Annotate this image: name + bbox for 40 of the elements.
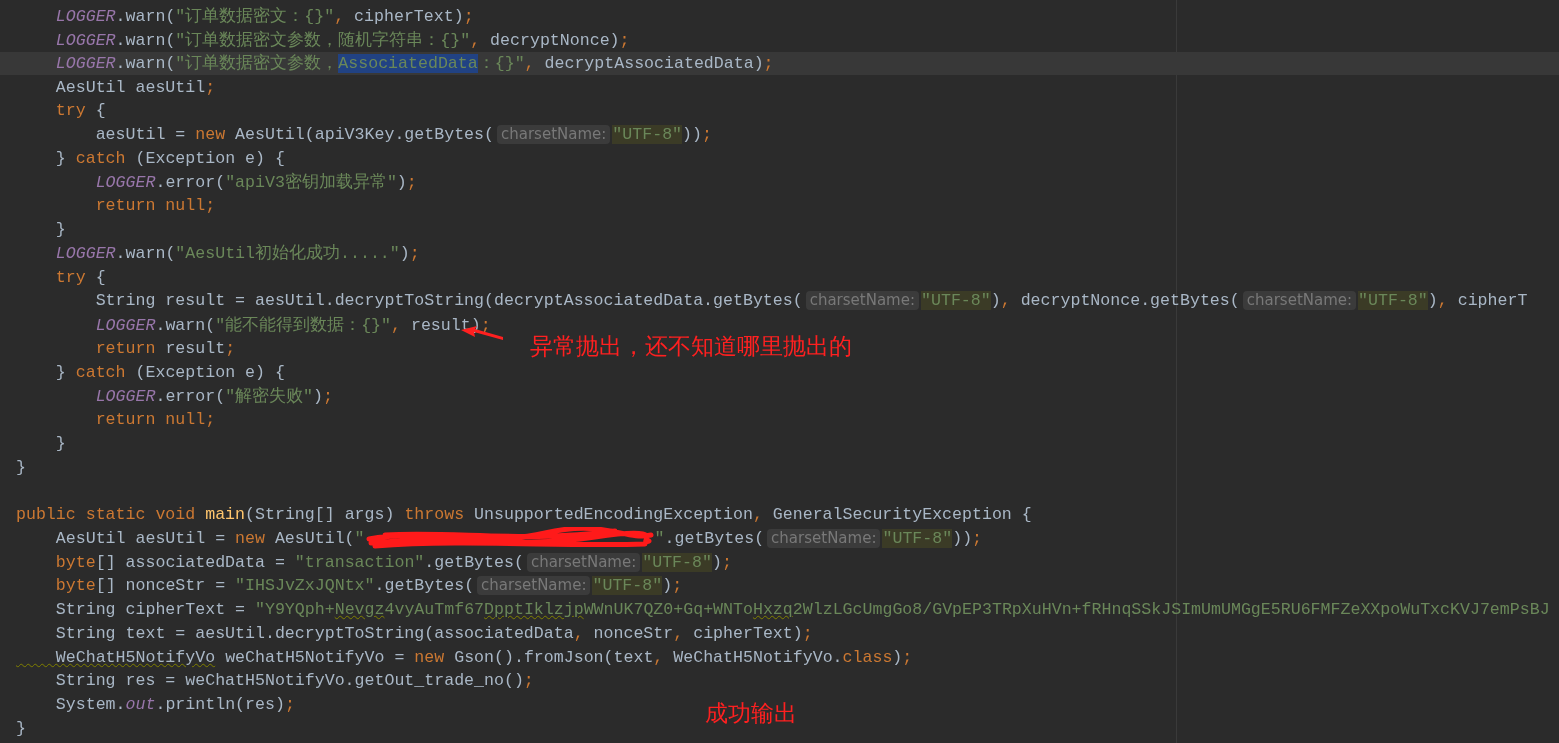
code-text: WeChatH5NotifyVo weChatH5NotifyVo = new Gson().fromJson(text, WeChatH5NotifyVo.class); xyxy=(54,647,913,667)
code-text: } catch (Exception e) { xyxy=(54,148,285,168)
code-text: LOGGER.warn("AesUtil初始化成功....."); xyxy=(54,243,420,265)
code-text: LOGGER.warn("订单数据密文：{}", cipherText); xyxy=(54,5,474,27)
code-text: "UTF-8"), decryptNonce.getBytes( xyxy=(921,291,1240,311)
code-text: System.out.println(res); xyxy=(54,695,295,715)
code-text: LOGGER.error("解密失败"); xyxy=(94,385,333,407)
annotation-text: 异常抛出，还不知道哪里抛出的 xyxy=(530,332,852,361)
code-text: "UTF-8"), cipherT xyxy=(1358,291,1528,311)
parameter-hint: charsetName: xyxy=(1242,291,1357,311)
code-text: LOGGER.warn("订单数据密文参数，随机字符串：{}", decryptNonce); xyxy=(54,29,630,51)
code-text: try { xyxy=(54,267,106,287)
code-text: byte[] nonceStr = "IHSJvZxJQNtx".getBytes( xyxy=(54,576,475,596)
code-text: } xyxy=(54,220,66,240)
parameter-hint: charsetName: xyxy=(477,576,591,596)
parameter-hint: charsetName: xyxy=(767,528,881,548)
code-text: return null; xyxy=(94,410,216,430)
code-text: AesUtil aesUtil = new AesUtil(" xyxy=(54,528,365,548)
code-text: ".getBytes( xyxy=(654,528,765,548)
code-text: } xyxy=(54,433,66,453)
code-text: aesUtil = new AesUtil(apiV3Key.getBytes( xyxy=(94,125,494,145)
code-text: String res = weChatH5NotifyVo.getOut_trade_no(); xyxy=(54,671,534,691)
code-text: AesUtil aesUtil; xyxy=(54,77,216,97)
parameter-hint: charsetName: xyxy=(497,125,611,145)
code-text: } xyxy=(16,718,26,738)
code-text: } xyxy=(16,457,26,477)
annotation-text: 成功输出 xyxy=(705,699,797,728)
code-text: LOGGER.warn("订单数据密文参数，AssociatedData：{}", decryptAssociatedData); xyxy=(54,52,774,75)
code-text: byte[] associatedData = "transaction".getBytes( xyxy=(54,552,524,572)
code-text: String result = aesUtil.decryptToString(decryptAssociatedData.getBytes( xyxy=(94,291,803,311)
code-text: try { xyxy=(54,101,106,121)
code-text: String cipherText = "Y9YQph+Nevgz4vyAuTmf67DpptIklzjpWWnUK7QZ0+Gq+WNToHxzq2WlzLGcUmgGo8/GVpEP3TRpXuHVn+fRHnqSSkJSImUmUMGgE5RU6FMFZeXXpoWuTxcKVJ7emPsBJ xyxy=(54,600,1550,620)
parameter-hint: charsetName: xyxy=(526,552,641,572)
parameter-hint: charsetName: xyxy=(805,291,920,311)
code-text: return null; xyxy=(94,196,216,216)
code-text: LOGGER.error("apiV3密钥加载异常"); xyxy=(94,171,417,194)
code-text: public static void main(String[] args) throws UnsupportedEncodingException, GeneralSecurityException { xyxy=(16,505,1032,525)
code-text: return result; xyxy=(94,338,236,358)
code-text: } catch (Exception e) { xyxy=(54,362,285,382)
code-text: String text = aesUtil.decryptToString(associatedData, nonceStr, cipherText); xyxy=(54,623,813,643)
